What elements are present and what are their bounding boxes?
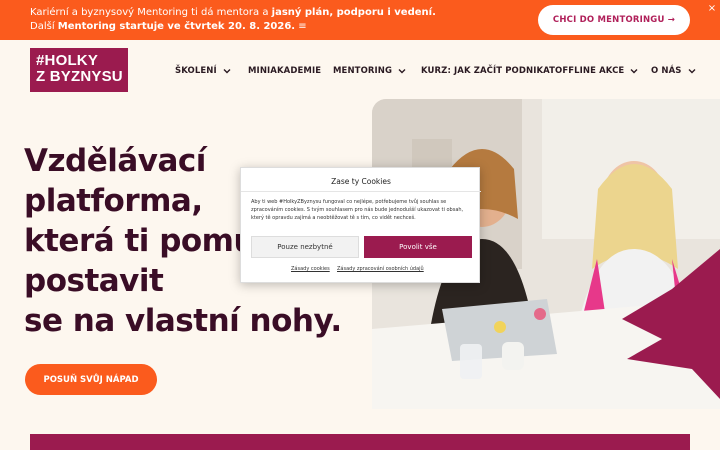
nav-item-kurz[interactable]: KURZ: JAK ZAČÍT PODNIKAT — [421, 64, 555, 78]
nav-item-mentoring[interactable]: MENTORING — [333, 64, 406, 78]
privacy-policy-link[interactable]: Zásady zpracování osobních údajů — [337, 266, 424, 272]
cookie-accept-button[interactable]: Povolit vše — [364, 236, 472, 258]
cookie-policy-link[interactable]: Zásady cookies — [291, 266, 330, 272]
nav-item-label: ŠKOLENÍ — [175, 66, 217, 76]
announcement-banner: Kariérní a byznysový Mentoring ti dá men… — [0, 0, 720, 40]
banner-text: Kariérní a byznysový Mentoring ti dá men… — [30, 6, 450, 34]
chevron-down-icon — [223, 67, 231, 75]
mentoring-cta-button[interactable]: CHCI DO MENTORINGU → — [538, 5, 690, 35]
nav-item-label: O NÁS — [651, 66, 682, 76]
banner-text-middle: Další — [30, 21, 58, 32]
hero-title-line: se na vlastní nohy. — [24, 303, 342, 339]
cookie-title: Zase ty Cookies — [331, 177, 391, 186]
nav-item-label: KURZ: JAK ZAČÍT PODNIKAT — [421, 66, 556, 76]
chevron-down-icon — [630, 67, 638, 75]
cookie-divider — [241, 191, 481, 192]
chevron-down-icon — [398, 67, 406, 75]
logo-line-1: #HOLKY — [36, 52, 99, 69]
menu-lines-icon: ≡ — [298, 21, 307, 32]
nav-item-miniakademie[interactable]: MINIAKADEMIE — [248, 64, 321, 78]
chevron-down-icon — [688, 67, 696, 75]
cookie-text: Aby ti web #HolkyZByznysu fungoval co ne… — [251, 199, 464, 221]
nav-item-o-nas[interactable]: O NÁS — [651, 64, 696, 78]
cookie-deny-button[interactable]: Pouze nezbytné — [251, 236, 359, 258]
site-logo[interactable]: #HOLKY Z BYZNYSU — [30, 48, 128, 92]
nav-item-label: OFFLINE AKCE — [555, 66, 625, 76]
hero-cta-button[interactable]: POSUŇ SVŮJ NÁPAD — [25, 364, 157, 395]
nav-item-label: MENTORING — [333, 66, 393, 76]
logo-line-2: Z BYZNYSU — [36, 68, 123, 85]
banner-text-bold: jasný plán, podporu i vedení. — [271, 7, 436, 18]
cookie-consent-dialog: Zase ty Cookies Aby ti web #HolkyZByznys… — [240, 167, 481, 283]
banner-text-prefix: Kariérní a byznysový Mentoring ti dá men… — [30, 7, 272, 18]
close-icon[interactable]: × — [706, 3, 718, 15]
bottom-section-band — [30, 434, 690, 450]
nav-item-offline-akce[interactable]: OFFLINE AKCE — [555, 64, 638, 78]
nav-item-skoleni[interactable]: ŠKOLENÍ — [175, 64, 231, 78]
banner-text-bold-date: Mentoring startuje ve čtvrtek 20. 8. 202… — [57, 21, 296, 32]
nav-item-label: MINIAKADEMIE — [248, 66, 322, 76]
